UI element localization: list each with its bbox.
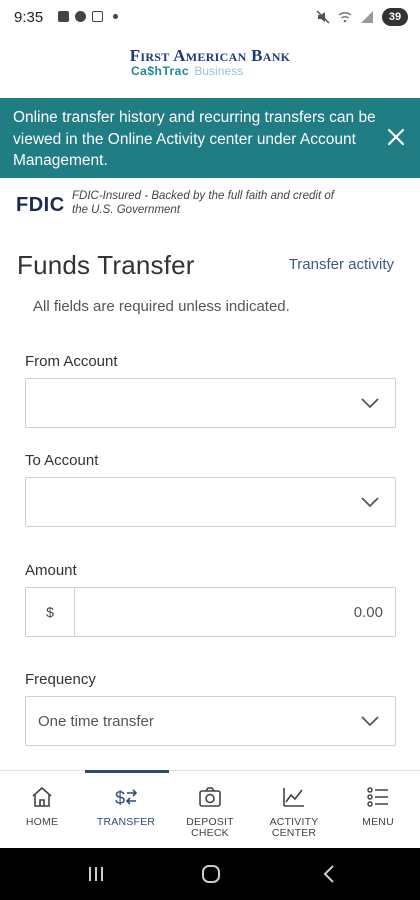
system-status-icons: 39 bbox=[316, 8, 408, 26]
frequency-value: One time transfer bbox=[38, 713, 154, 730]
nav-menu[interactable]: MENU bbox=[336, 771, 420, 849]
close-icon[interactable] bbox=[386, 127, 406, 147]
chevron-down-icon bbox=[361, 497, 379, 508]
nav-deposit-check[interactable]: DEPOSIT CHECK bbox=[168, 771, 252, 849]
mute-icon bbox=[316, 10, 330, 24]
nav-label: ACTIVITY CENTER bbox=[269, 816, 319, 839]
from-account-select[interactable] bbox=[25, 378, 396, 428]
back-icon[interactable] bbox=[318, 862, 342, 886]
more-notifications-dot bbox=[113, 14, 118, 19]
mail-icon bbox=[92, 11, 103, 22]
transfer-icon: $ bbox=[115, 788, 138, 808]
transfer-activity-link[interactable]: Transfer activity bbox=[289, 256, 394, 273]
home-button-icon[interactable] bbox=[199, 862, 223, 886]
nav-label: DEPOSIT CHECK bbox=[186, 816, 234, 839]
product-tier: Business bbox=[194, 64, 244, 78]
nav-activity-center[interactable]: ACTIVITY CENTER bbox=[252, 771, 336, 849]
from-account-label: From Account bbox=[25, 353, 118, 370]
battery-indicator: 39 bbox=[382, 8, 408, 26]
messenger-icon bbox=[75, 11, 86, 22]
info-banner: Online transfer history and recurring tr… bbox=[0, 98, 420, 178]
status-bar: 9:35 39 bbox=[0, 0, 420, 36]
frequency-select[interactable]: One time transfer bbox=[25, 696, 396, 746]
product-brand: Ca$hTrac bbox=[131, 64, 190, 78]
bank-logo: First American Bank Ca$hTrac Business bbox=[0, 36, 420, 98]
chevron-down-icon bbox=[361, 716, 379, 727]
bottom-nav: HOME $ TRANSFER DEPOSIT CHECK ACTIVITY CEN… bbox=[0, 770, 420, 848]
camera-icon bbox=[199, 787, 221, 807]
status-time: 9:35 bbox=[14, 9, 44, 26]
fdic-logo: FDIC bbox=[16, 194, 65, 216]
nav-label: HOME bbox=[25, 816, 59, 828]
svg-text:$: $ bbox=[115, 788, 125, 808]
fdic-text: FDIC-Insured - Backed by the full faith … bbox=[72, 190, 334, 216]
currency-prefix: $ bbox=[26, 588, 75, 636]
to-account-select[interactable] bbox=[25, 477, 396, 527]
message-icon bbox=[58, 11, 69, 22]
recent-apps-icon[interactable] bbox=[84, 862, 108, 886]
page-title: Funds Transfer bbox=[17, 250, 195, 280]
nav-home[interactable]: HOME bbox=[0, 771, 84, 849]
bank-name: First American Bank bbox=[129, 46, 291, 65]
system-navigation-bar bbox=[0, 848, 420, 900]
nav-label: TRANSFER bbox=[96, 816, 156, 828]
banner-message: Online transfer history and recurring tr… bbox=[13, 109, 376, 169]
amount-field: $ bbox=[25, 587, 396, 637]
home-icon bbox=[32, 786, 52, 807]
chevron-down-icon bbox=[361, 398, 379, 409]
notification-icons bbox=[58, 11, 118, 22]
to-account-label: To Account bbox=[25, 452, 99, 469]
product-name: Ca$hTrac Business bbox=[131, 64, 243, 78]
required-fields-note: All fields are required unless indicated… bbox=[33, 298, 290, 315]
amount-input[interactable] bbox=[76, 588, 395, 636]
chart-icon bbox=[283, 788, 304, 807]
amount-label: Amount bbox=[25, 562, 77, 579]
menu-list-icon bbox=[367, 787, 388, 807]
frequency-label: Frequency bbox=[25, 671, 96, 688]
nav-label: MENU bbox=[362, 816, 394, 828]
nav-transfer[interactable]: $ TRANSFER bbox=[84, 771, 168, 849]
fdic-notice: FDIC FDIC-Insured - Backed by the full f… bbox=[0, 178, 420, 230]
signal-icon bbox=[361, 11, 373, 23]
wifi-icon bbox=[338, 11, 352, 23]
